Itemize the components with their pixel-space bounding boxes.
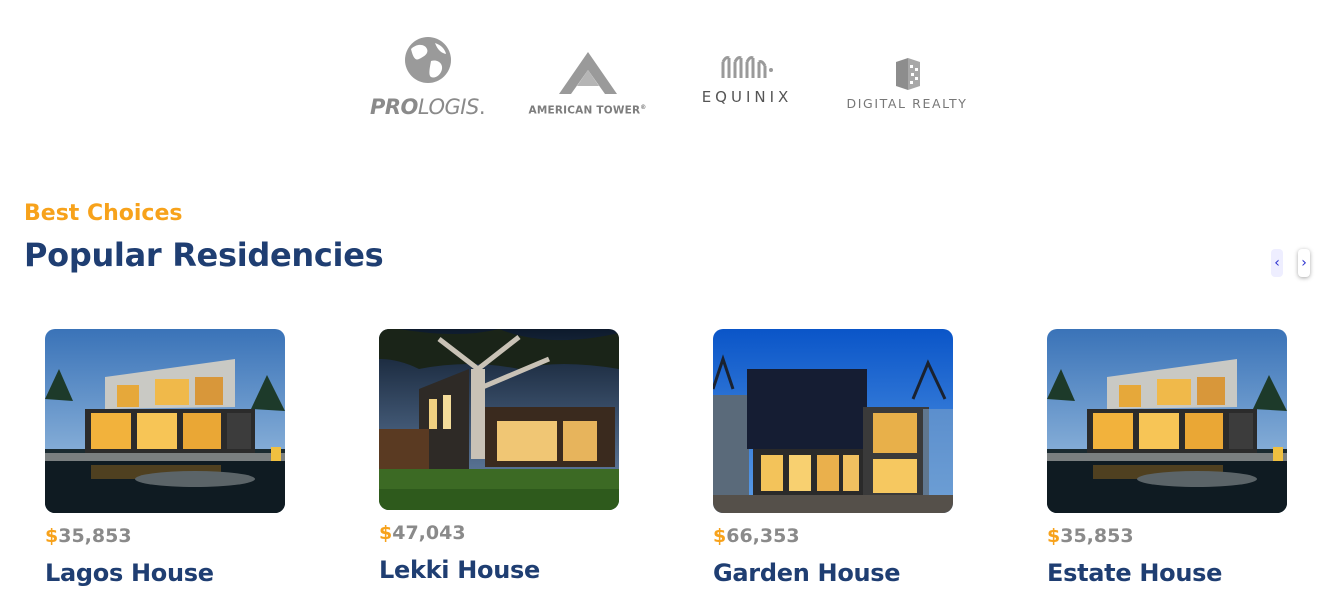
residency-image[interactable]: [379, 329, 619, 510]
globe-icon: [404, 37, 451, 83]
residency-image[interactable]: [1047, 329, 1287, 513]
tower-icon: [558, 52, 617, 94]
residency-card[interactable]: $47,043 Lekki House: [379, 329, 621, 584]
residency-card[interactable]: $35,853 Estate House: [1047, 329, 1289, 587]
equinix-bars-icon: [721, 56, 773, 78]
carousel-prev-button[interactable]: ‹: [1271, 249, 1283, 277]
residency-price: $35,853: [45, 525, 132, 547]
residency-price: $35,853: [1047, 525, 1134, 547]
section-eyebrow: Best Choices: [24, 201, 183, 226]
carousel-next-button[interactable]: ›: [1298, 249, 1310, 277]
digital-realty-logo: DIGITAL REALTY: [836, 58, 978, 111]
prologis-wordmark: PROLOGIS.: [370, 95, 486, 119]
digital-realty-wordmark: DIGITAL REALTY: [846, 96, 968, 111]
prologis-logo: PROLOGIS.: [360, 35, 495, 119]
residency-name[interactable]: Lagos House: [45, 559, 287, 587]
residency-name[interactable]: Lekki House: [379, 556, 621, 584]
residency-price: $66,353: [713, 525, 800, 547]
chevron-right-icon: ›: [1301, 255, 1307, 271]
digital-cube-icon: [896, 58, 920, 90]
residency-card[interactable]: $66,353 Garden House: [713, 329, 955, 587]
partner-logos: PROLOGIS. AMERICAN TOWER® EQUINIX DIGITA…: [360, 30, 980, 125]
residency-image[interactable]: [45, 329, 285, 513]
chevron-left-icon: ‹: [1274, 255, 1280, 271]
american-tower-wordmark: AMERICAN TOWER®: [528, 104, 647, 117]
american-tower-logo: AMERICAN TOWER®: [515, 52, 660, 117]
equinix-logo: EQUINIX: [692, 54, 802, 106]
section-title: Popular Residencies: [24, 236, 384, 274]
residency-price: $47,043: [379, 522, 466, 544]
residency-name[interactable]: Estate House: [1047, 559, 1289, 587]
residency-card[interactable]: $35,853 Lagos House: [45, 329, 287, 587]
residency-image[interactable]: [713, 329, 953, 513]
equinix-wordmark: EQUINIX: [701, 88, 793, 106]
residency-name[interactable]: Garden House: [713, 559, 955, 587]
